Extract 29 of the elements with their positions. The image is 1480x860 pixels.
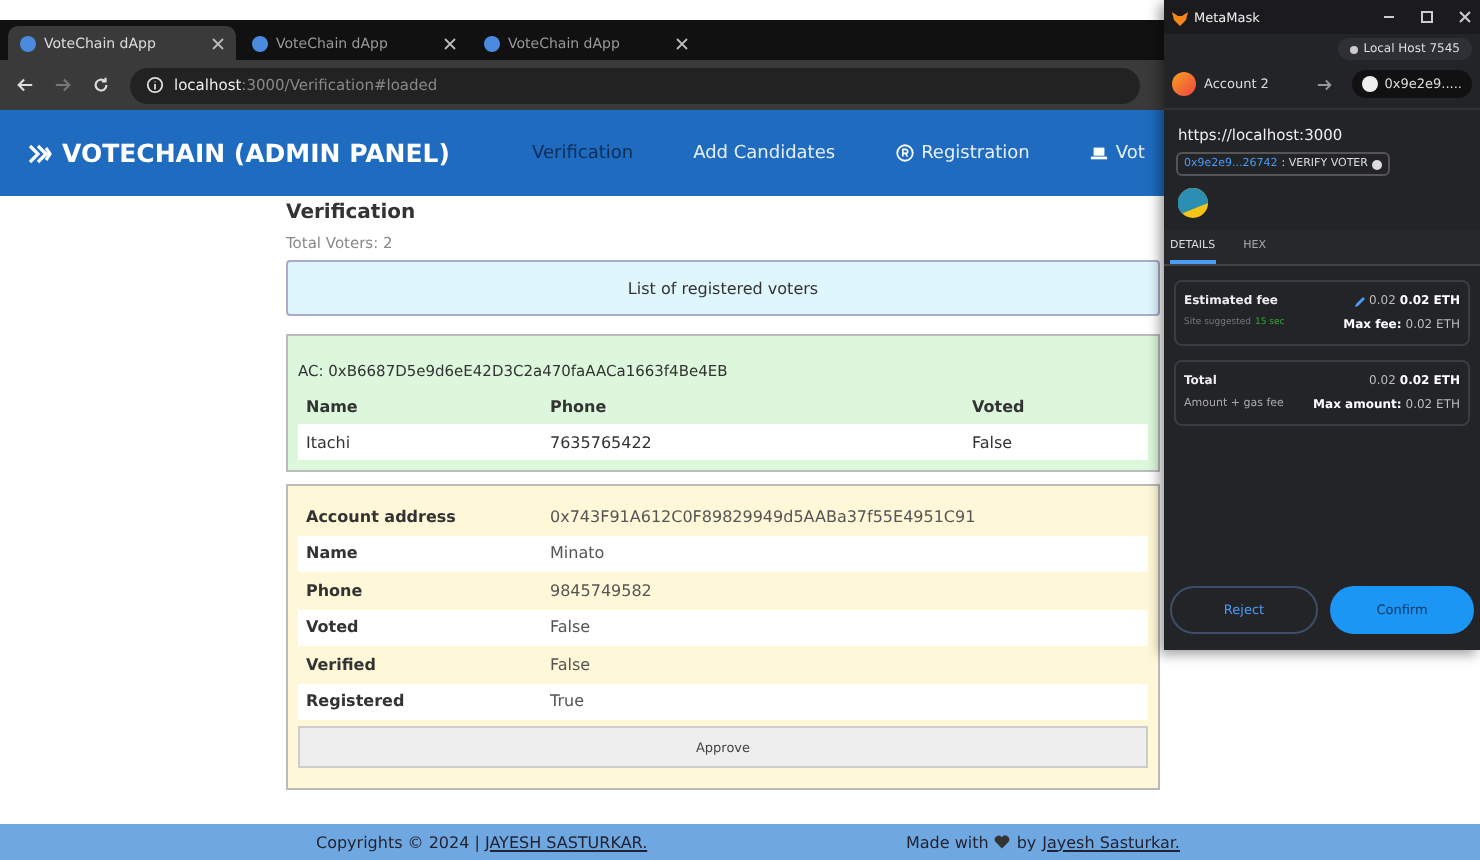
table-cell-text: Itachi bbox=[306, 433, 353, 451]
list-banner: List of registered voters bbox=[286, 260, 1160, 316]
nav-link[interactable]: Registration bbox=[895, 143, 1030, 163]
nav-link[interactable]: Vot bbox=[1089, 143, 1145, 163]
field-value: Minato bbox=[550, 544, 607, 563]
field-value: False bbox=[550, 618, 593, 637]
made-with-text: Made with bbox=[906, 833, 989, 851]
field-label: Verified bbox=[306, 655, 378, 674]
by-text: by bbox=[1016, 833, 1037, 851]
field-value: 9845749582 bbox=[550, 581, 654, 600]
field-label: Phone bbox=[306, 581, 365, 600]
field-label: Name bbox=[306, 544, 360, 563]
table-cell-text: False bbox=[972, 433, 1015, 451]
field-value: False bbox=[550, 655, 593, 674]
field-value: True bbox=[550, 692, 586, 711]
copyright-text: Copyrights © 2024 | JAYESH SASTURKAR. bbox=[316, 833, 650, 851]
field-label: Account address bbox=[306, 507, 458, 526]
field-label: Registered bbox=[306, 692, 407, 711]
column-header: Name bbox=[306, 397, 360, 415]
page-title: Verification bbox=[286, 202, 418, 224]
nav-link[interactable]: Add Candidates bbox=[693, 143, 836, 163]
field-value: 0x743F91A612C0F89829949d5AABa37f55E4951C91 bbox=[550, 507, 978, 526]
column-header: Voted bbox=[972, 397, 1027, 415]
field-label: Voted bbox=[306, 618, 361, 637]
brand-title[interactable]: VOTECHAIN (ADMIN PANEL) bbox=[28, 138, 472, 168]
author-link[interactable]: JAYESH SASTURKAR. bbox=[484, 833, 648, 851]
table-cell-text: 7635765422 bbox=[550, 433, 654, 451]
column-header: Phone bbox=[550, 397, 609, 415]
author-link[interactable]: Jayesh Sasturkar. bbox=[1042, 833, 1180, 851]
